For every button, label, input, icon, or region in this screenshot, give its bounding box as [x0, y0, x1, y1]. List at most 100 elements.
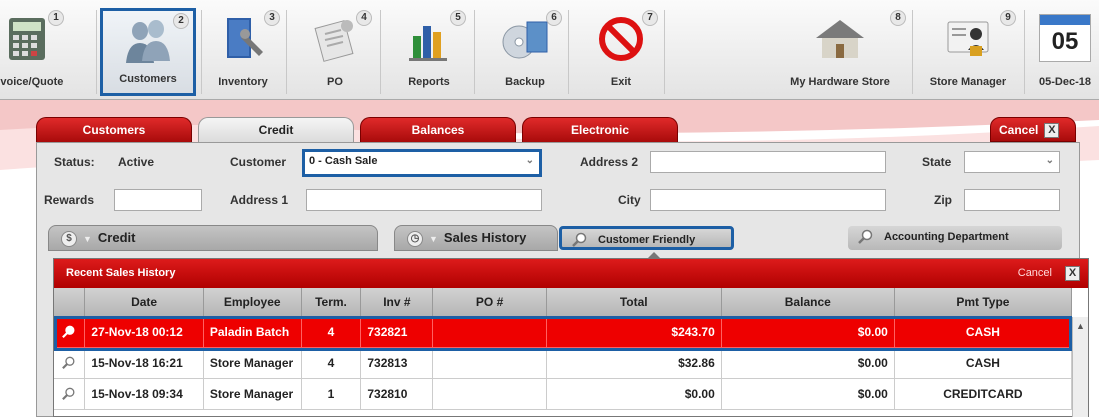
- address1-field[interactable]: [306, 189, 542, 211]
- address2-field[interactable]: [650, 151, 886, 173]
- popup-cancel-button[interactable]: Cancel: [1018, 259, 1052, 288]
- sales-history-section-header[interactable]: ◷ ▼ Sales History: [394, 225, 558, 251]
- address2-label: Address 2: [580, 155, 639, 169]
- tab-credit[interactable]: Credit: [198, 117, 354, 144]
- col-balance-header[interactable]: Balance: [721, 288, 895, 317]
- table-row[interactable]: 27-Nov-18 00:12 Paladin Batch 4 732821 $…: [54, 316, 1073, 348]
- state-select[interactable]: ⌄: [964, 151, 1060, 173]
- shortcut-number: 3: [264, 10, 280, 26]
- cancel-button[interactable]: Cancel X: [990, 117, 1076, 142]
- vertical-scrollbar[interactable]: ▲: [1072, 317, 1088, 417]
- magnifier-icon: [62, 325, 75, 338]
- shortcut-number: 6: [546, 10, 562, 26]
- address1-label: Address 1: [230, 193, 289, 207]
- calculator-icon: [9, 18, 45, 60]
- date-cell: 15-Nov-18 16:21: [84, 347, 204, 379]
- customers-icon: [126, 20, 170, 63]
- employee-cell: Paladin Batch: [203, 316, 302, 348]
- date-button[interactable]: 05 05-Dec-18: [1030, 8, 1099, 96]
- status-value: Active: [118, 155, 155, 169]
- po-cell: [432, 347, 547, 379]
- tab-electronic[interactable]: Electronic: [522, 117, 678, 142]
- customer-friendly-button[interactable]: Customer Friendly: [559, 226, 734, 250]
- col-inv-header[interactable]: Inv #: [360, 288, 434, 317]
- row-view-cell[interactable]: [54, 347, 86, 379]
- balance-cell: $0.00: [721, 347, 895, 379]
- accounting-department-button[interactable]: Accounting Department: [848, 226, 1062, 250]
- inventory-icon: [227, 18, 263, 58]
- divider: [568, 10, 569, 94]
- credit-section-title: Credit: [97, 230, 136, 245]
- inv-cell: 732813: [360, 347, 434, 379]
- customer-select[interactable]: 0 - Cash Sale ⌄: [302, 149, 542, 177]
- inventory-button[interactable]: 3 Inventory: [202, 8, 284, 96]
- divider: [474, 10, 475, 94]
- col-term-header[interactable]: Term.: [301, 288, 362, 317]
- store-manager-label: Store Manager: [929, 76, 1007, 88]
- hardware-store-icon: [816, 20, 864, 58]
- scroll-up-icon[interactable]: ▲: [1076, 321, 1085, 331]
- magnifier-icon: [62, 356, 75, 369]
- rewards-field[interactable]: [114, 189, 202, 211]
- calendar-day: 05: [1051, 28, 1079, 55]
- table-row[interactable]: 15-Nov-18 16:21 Store Manager 4 732813 $…: [54, 347, 1073, 379]
- zip-label: Zip: [934, 193, 952, 207]
- customer-label: Customer: [230, 155, 287, 169]
- shortcut-number: 4: [356, 10, 372, 26]
- exit-label: Exit: [610, 76, 632, 88]
- total-cell: $243.70: [546, 316, 722, 348]
- collapse-icon: ▼: [83, 233, 92, 244]
- rewards-label: Rewards: [44, 193, 95, 207]
- col-employee-header[interactable]: Employee: [203, 288, 302, 317]
- shortcut-number: 7: [642, 10, 658, 26]
- col-date-header[interactable]: Date: [84, 288, 204, 317]
- po-cell: [432, 316, 547, 348]
- total-cell: $32.86: [546, 347, 722, 379]
- date-cell: 27-Nov-18 00:12: [84, 316, 204, 348]
- popup-header: Recent Sales History Cancel X: [54, 259, 1088, 288]
- calendar-icon: 05: [1039, 14, 1091, 62]
- backup-button[interactable]: 6 Backup: [484, 8, 566, 96]
- reports-button[interactable]: 5 Reports: [388, 8, 470, 96]
- inventory-label: Inventory: [218, 76, 268, 88]
- store-manager-button[interactable]: 9 Store Manager: [916, 8, 1020, 96]
- exit-button[interactable]: 7 Exit: [580, 8, 662, 96]
- store-button[interactable]: 8 My Hardware Store: [770, 8, 910, 96]
- col-po-header[interactable]: PO #: [432, 288, 547, 317]
- city-field[interactable]: [650, 189, 886, 211]
- shortcut-number: 5: [450, 10, 466, 26]
- close-icon[interactable]: X: [1044, 123, 1060, 139]
- popup-close-icon[interactable]: X: [1065, 266, 1080, 281]
- col-pmt-type-header[interactable]: Pmt Type: [894, 288, 1073, 317]
- col-total-header[interactable]: Total: [546, 288, 722, 317]
- customer-select-value: 0 - Cash Sale: [309, 155, 378, 167]
- invoice-quote-button[interactable]: 1 Invoice/Quote: [0, 8, 68, 96]
- row-view-cell[interactable]: [54, 316, 86, 348]
- zip-field[interactable]: [964, 189, 1060, 211]
- divider: [286, 10, 287, 94]
- reports-label: Reports: [408, 76, 450, 88]
- balance-cell: $0.00: [721, 316, 895, 348]
- row-view-cell[interactable]: [54, 378, 86, 410]
- table-row[interactable]: 15-Nov-18 09:34 Store Manager 1 732810 $…: [54, 378, 1073, 410]
- inv-cell: 732821: [360, 316, 434, 348]
- po-button[interactable]: 4 PO: [294, 8, 376, 96]
- main-toolbar: 1 Invoice/Quote 2 Customers 3 Inventory …: [0, 0, 1099, 100]
- collapse-icon: ▼: [429, 233, 438, 244]
- purchase-order-icon: [314, 20, 354, 62]
- shortcut-number: 9: [1000, 10, 1016, 26]
- user-badge-icon: [947, 21, 989, 56]
- po-cell: [432, 378, 547, 410]
- recent-sales-history-popup: Recent Sales History Cancel X Date Emplo…: [53, 258, 1089, 417]
- pmt-type-cell: CASH: [894, 316, 1073, 348]
- chevron-down-icon: ⌄: [1045, 155, 1054, 166]
- reports-icon: [409, 26, 447, 61]
- customers-button[interactable]: 2 Customers: [100, 8, 196, 96]
- tab-balances[interactable]: Balances: [360, 117, 516, 142]
- backup-disc-icon: [502, 21, 548, 59]
- inv-cell: 732810: [360, 378, 434, 410]
- credit-section-header[interactable]: $ ▼ Credit: [48, 225, 378, 251]
- state-label: State: [922, 155, 952, 169]
- tab-customers[interactable]: Customers: [36, 117, 192, 142]
- employee-cell: Store Manager: [203, 347, 302, 379]
